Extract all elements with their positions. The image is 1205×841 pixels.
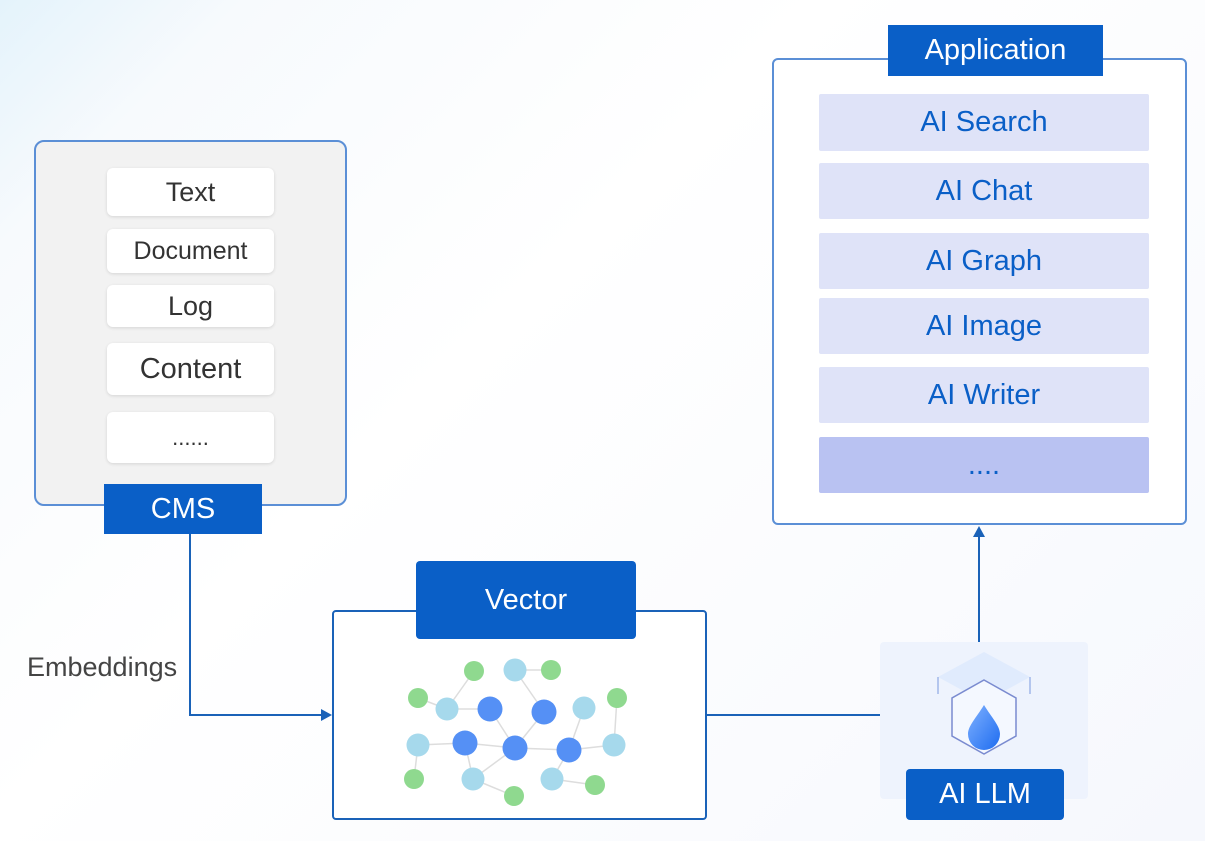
connector-to-vector (189, 714, 323, 716)
graph-node (607, 688, 627, 708)
graph-node (435, 697, 459, 721)
app-ai-image: AI Image (819, 298, 1149, 354)
source-log: Log (107, 285, 274, 327)
source-more: ...... (107, 412, 274, 463)
vector-label-text: Vector (484, 583, 568, 616)
source-document: Document (107, 229, 274, 273)
graph-node (540, 767, 564, 791)
graph-node (477, 696, 503, 722)
graph-node (602, 733, 626, 757)
vector-label: Vector (416, 561, 636, 639)
graph-node (572, 696, 596, 720)
graph-node (404, 769, 424, 789)
source-content: Content (107, 343, 274, 395)
graph-node (503, 658, 527, 682)
graph-node (585, 775, 605, 795)
app-ai-chat: AI Chat (819, 163, 1149, 219)
app-ai-graph: AI Graph (819, 233, 1149, 289)
llm-label: AI LLM (906, 769, 1064, 820)
source-text: Text (107, 168, 274, 216)
graph-node (556, 737, 582, 763)
graph-node (464, 661, 484, 681)
graph-node (461, 767, 485, 791)
connector-vector-llm (707, 714, 880, 716)
app-more: .... (819, 437, 1149, 493)
vector-panel (332, 610, 707, 820)
cms-label: CMS (104, 484, 262, 534)
graph-node (531, 699, 557, 725)
embeddings-label: Embeddings (27, 652, 178, 682)
connector-cms-down (189, 534, 191, 716)
arrow-right-icon (321, 709, 332, 721)
graph-node (541, 660, 561, 680)
graph-node (406, 733, 430, 757)
graph-node (408, 688, 428, 708)
vector-graph-icon (404, 658, 627, 806)
app-ai-search: AI Search (819, 94, 1149, 151)
arrow-up-icon (973, 526, 985, 537)
graph-node (504, 786, 524, 806)
connector-llm-app (978, 536, 980, 642)
graph-node (452, 730, 478, 756)
application-label: Application (888, 25, 1103, 76)
app-ai-writer: AI Writer (819, 367, 1149, 423)
graph-node (502, 735, 528, 761)
